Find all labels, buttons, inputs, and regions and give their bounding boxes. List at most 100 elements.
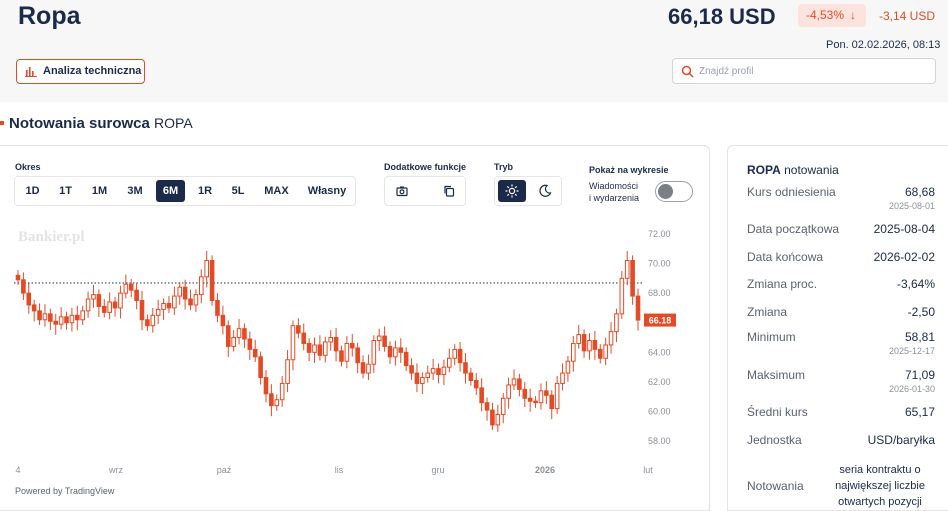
candle-body bbox=[565, 360, 571, 374]
light-mode-button[interactable] bbox=[498, 180, 526, 202]
candle-body bbox=[139, 300, 145, 321]
candle-body bbox=[301, 332, 307, 344]
x-tick-label: wrz bbox=[108, 465, 123, 475]
news-toggle-label-2: i wydarzenia bbox=[589, 193, 640, 203]
candle-body bbox=[247, 338, 253, 350]
stats-value: 71,09 bbox=[904, 368, 935, 382]
extra-functions-group bbox=[384, 176, 466, 206]
candle-body bbox=[26, 292, 32, 306]
stats-row: Data końcowa 2026-02-02 bbox=[747, 250, 935, 278]
candle-body bbox=[328, 337, 333, 343]
mode-label: Tryb bbox=[494, 162, 514, 172]
candle-body bbox=[339, 350, 344, 362]
bar-chart-icon bbox=[25, 67, 37, 77]
last-price-label: 66.18 bbox=[649, 316, 672, 326]
candle-body bbox=[204, 260, 209, 278]
candle-body bbox=[64, 316, 69, 324]
stats-sub-date: 2025-08-01 bbox=[888, 201, 935, 211]
x-tick-label: paź bbox=[217, 465, 232, 475]
period-1d[interactable]: 1D bbox=[20, 180, 45, 202]
candle-body bbox=[393, 347, 398, 358]
extra-functions-label: Dodatkowe funkcje bbox=[384, 162, 467, 172]
candle-body bbox=[527, 397, 533, 402]
toggle-knob bbox=[658, 184, 673, 199]
period-1r[interactable]: 1R bbox=[193, 180, 217, 202]
candle-body bbox=[279, 382, 285, 401]
candle-body bbox=[430, 368, 436, 374]
period-custom[interactable]: Własny bbox=[302, 180, 352, 202]
candle-body bbox=[134, 289, 139, 302]
screenshot-button[interactable] bbox=[390, 180, 414, 202]
x-tick-label: 4 bbox=[15, 465, 20, 475]
period-max[interactable]: MAX bbox=[259, 180, 294, 202]
candle-body bbox=[112, 301, 118, 309]
candle-body bbox=[506, 384, 511, 399]
technical-analysis-button[interactable]: Analiza techniczna bbox=[16, 59, 145, 84]
technical-analysis-label: Analiza techniczna bbox=[43, 65, 142, 77]
candle-body bbox=[172, 295, 177, 309]
search-input[interactable] bbox=[699, 63, 929, 79]
sun-icon bbox=[505, 184, 519, 198]
candle-body bbox=[312, 344, 317, 353]
candle-body bbox=[592, 340, 598, 350]
candle-body bbox=[215, 300, 220, 316]
stats-row: Minimum 58,81 2025-12-17 bbox=[747, 330, 935, 358]
copy-button[interactable] bbox=[437, 180, 461, 202]
stats-row: Średni kurs 65,17 bbox=[747, 405, 935, 433]
y-tick-label: 68.00 bbox=[648, 288, 671, 298]
stats-title-symbol: ROPA bbox=[747, 163, 781, 177]
stats-panel: ROPA notowania Kurs odniesienia 68,68 2025… bbox=[727, 145, 948, 511]
candle-body bbox=[473, 379, 479, 389]
powered-by[interactable]: Powered by TradingView bbox=[15, 486, 114, 496]
candle-body bbox=[166, 302, 172, 309]
candle-body bbox=[624, 260, 630, 279]
period-5l[interactable]: 5L bbox=[226, 180, 250, 202]
candle-body bbox=[597, 348, 603, 359]
candle-body bbox=[91, 294, 96, 300]
news-events-toggle[interactable] bbox=[655, 181, 693, 202]
candle-body bbox=[128, 283, 134, 291]
dark-mode-button[interactable] bbox=[531, 180, 559, 202]
candle-body bbox=[571, 342, 576, 362]
candle-body bbox=[517, 378, 522, 390]
stats-row: Kurs odniesienia 68,68 2025-08-01 bbox=[747, 185, 935, 213]
price-chart[interactable]: Bankier.pl 72.0070.0068.0066.0064.0062.0… bbox=[8, 221, 698, 481]
candle-body bbox=[317, 344, 323, 356]
candle-body bbox=[355, 347, 360, 364]
candle-body bbox=[306, 342, 312, 353]
period-1t[interactable]: 1T bbox=[53, 180, 78, 202]
stats-title: ROPA notowania bbox=[747, 163, 839, 177]
candle-body bbox=[69, 314, 75, 324]
candle-body bbox=[188, 298, 193, 306]
candle-body bbox=[193, 294, 199, 306]
candle-body bbox=[161, 302, 166, 310]
candle-body bbox=[511, 378, 517, 386]
period-1m[interactable]: 1M bbox=[86, 180, 113, 202]
candle-body bbox=[225, 325, 231, 347]
stats-row: Data początkowa 2025-08-04 bbox=[747, 222, 935, 250]
period-6m[interactable]: 6M bbox=[156, 180, 185, 202]
y-tick-label: 62.00 bbox=[648, 377, 671, 387]
candle-body bbox=[123, 283, 129, 294]
stats-label: Jednostka bbox=[747, 433, 802, 447]
profile-search[interactable] bbox=[672, 58, 936, 84]
candle-body bbox=[403, 351, 409, 367]
candle-body bbox=[608, 331, 614, 346]
candle-body bbox=[522, 388, 528, 399]
candle-body bbox=[479, 387, 484, 404]
candle-body bbox=[263, 377, 269, 395]
copy-icon bbox=[444, 185, 455, 197]
arrow-down-icon: ↓ bbox=[850, 8, 857, 22]
candle-body bbox=[107, 301, 112, 313]
candle-body bbox=[344, 342, 350, 362]
section-bullet bbox=[0, 121, 4, 125]
stats-sub-date: 2026-01-30 bbox=[888, 384, 935, 394]
candle-body bbox=[37, 310, 42, 321]
stats-value: -2,50 bbox=[907, 305, 935, 319]
period-3m[interactable]: 3M bbox=[121, 180, 149, 202]
profile-header: Ropa 66,18 USD -4,53% ↓ -3,14 USD Pon. 02… bbox=[0, 0, 948, 102]
candle-body bbox=[484, 402, 490, 411]
stats-row: Zmiana proc. -3,64% bbox=[747, 277, 935, 305]
candle-body bbox=[538, 390, 544, 404]
stats-sub-date: 2025-12-17 bbox=[888, 346, 935, 356]
